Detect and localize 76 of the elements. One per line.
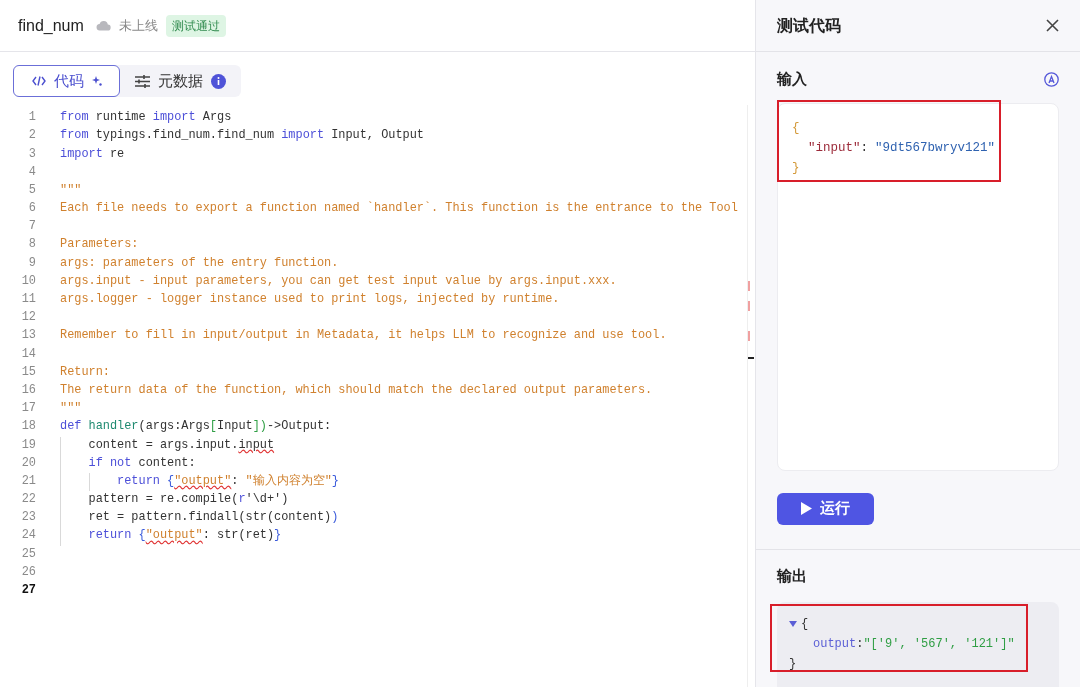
close-icon[interactable]: [1046, 19, 1059, 32]
code-line: from typings.find_num.find_num import Input, Output: [60, 128, 424, 143]
run-button[interactable]: 运行: [777, 492, 874, 525]
code-line: Remember to fill in input/output in Metadata, it helps LLM to recognize and use tool.: [60, 328, 667, 343]
output-label: 输出: [777, 566, 807, 584]
line-number: 12: [20, 309, 37, 327]
line-number: 14: [20, 345, 37, 363]
line-number: 23: [20, 509, 37, 527]
line-number: 13: [20, 327, 37, 345]
line-number: 15: [20, 363, 37, 381]
line-number: 22: [20, 491, 37, 509]
line-number: 26: [20, 563, 37, 581]
line-number: 16: [20, 381, 37, 399]
line-number: 24: [20, 527, 37, 545]
json-value: "9dt567bwryv121": [875, 140, 996, 155]
panel-title: 测试代码: [777, 15, 841, 36]
tool-title: find_num: [18, 15, 84, 36]
code-line: The return data of the function, which should match the declared output parameters.: [60, 382, 653, 397]
json-brace: }: [792, 159, 800, 177]
code-line: from runtime import Args: [60, 110, 232, 125]
code-line: def handler(args:Args[Input])->Output:: [60, 419, 332, 434]
tab[interactable]: 代码: [13, 65, 120, 97]
code-line: return {"output": str(ret)}: [87, 528, 282, 543]
play-icon: [801, 502, 812, 515]
line-number: 11: [20, 291, 37, 309]
input-label: 输入: [777, 69, 807, 89]
line-number: 6: [27, 200, 37, 218]
line-number: 20: [20, 454, 37, 472]
line-number: 9: [27, 254, 37, 272]
json-brace: {: [801, 615, 809, 633]
code-line: """: [60, 182, 82, 197]
line-number: 10: [20, 272, 37, 290]
code-line: Return:: [60, 364, 110, 379]
line-number: 19: [20, 436, 37, 454]
status-badge: 测试通过: [165, 14, 226, 37]
input-editor[interactable]: { "input": "9dt567bwryv121" }: [777, 102, 1059, 471]
code-line: Each file needs to export a function named `handler`. This function is the entrance to the Tool: [60, 201, 738, 216]
json-value: "['9', '567', '121']": [863, 636, 1015, 651]
sparkle-icon: [91, 76, 102, 86]
json-brace: }: [789, 655, 797, 673]
json-brace: {: [792, 119, 800, 137]
json-colon: :: [860, 140, 869, 155]
code-line: pattern = re.compile(r'\d+'): [87, 492, 289, 507]
sliders-icon: [135, 74, 150, 88]
line-number: 18: [20, 418, 37, 436]
code-line: if not content:: [87, 455, 196, 470]
code-line: ret = pattern.findall(str(content)): [87, 510, 339, 525]
line-number: 3: [27, 145, 37, 163]
line-number: 21: [20, 472, 37, 490]
status-text: 未上线: [118, 16, 158, 35]
code-line: import re: [60, 146, 125, 161]
line-number: 1: [27, 109, 37, 127]
line-number: 8: [27, 236, 37, 254]
code-line: args.input - input parameters, you can get test input value by args.input.xxx.: [60, 273, 617, 288]
collapse-icon[interactable]: [789, 620, 797, 627]
line-number: 5: [27, 181, 37, 199]
letter-a-icon[interactable]: [1044, 71, 1059, 87]
cloud-icon: [95, 20, 111, 31]
line-number: 2: [27, 127, 37, 145]
line-number: 17: [20, 400, 37, 418]
code-line: return {"output": "输入内容为空"}: [116, 473, 339, 488]
code-icon: [31, 76, 46, 86]
tab[interactable]: 元数据: [120, 65, 241, 97]
line-number: 27: [20, 582, 37, 600]
code-line: content = args.input.input: [87, 437, 275, 452]
json-key: "input": [808, 140, 861, 155]
json-colon: :: [856, 636, 864, 651]
line-number: 25: [20, 545, 37, 563]
code-line: args.logger - logger instance used to print logs, injected by runtime.: [60, 292, 560, 307]
json-key: output: [813, 636, 857, 651]
code-line: args: parameters of the entry function.: [60, 255, 339, 270]
info-icon: [211, 73, 226, 89]
line-number: 7: [27, 218, 37, 236]
code-line: """: [60, 401, 82, 416]
code-line: Parameters:: [60, 237, 139, 252]
line-number: 4: [27, 163, 37, 181]
